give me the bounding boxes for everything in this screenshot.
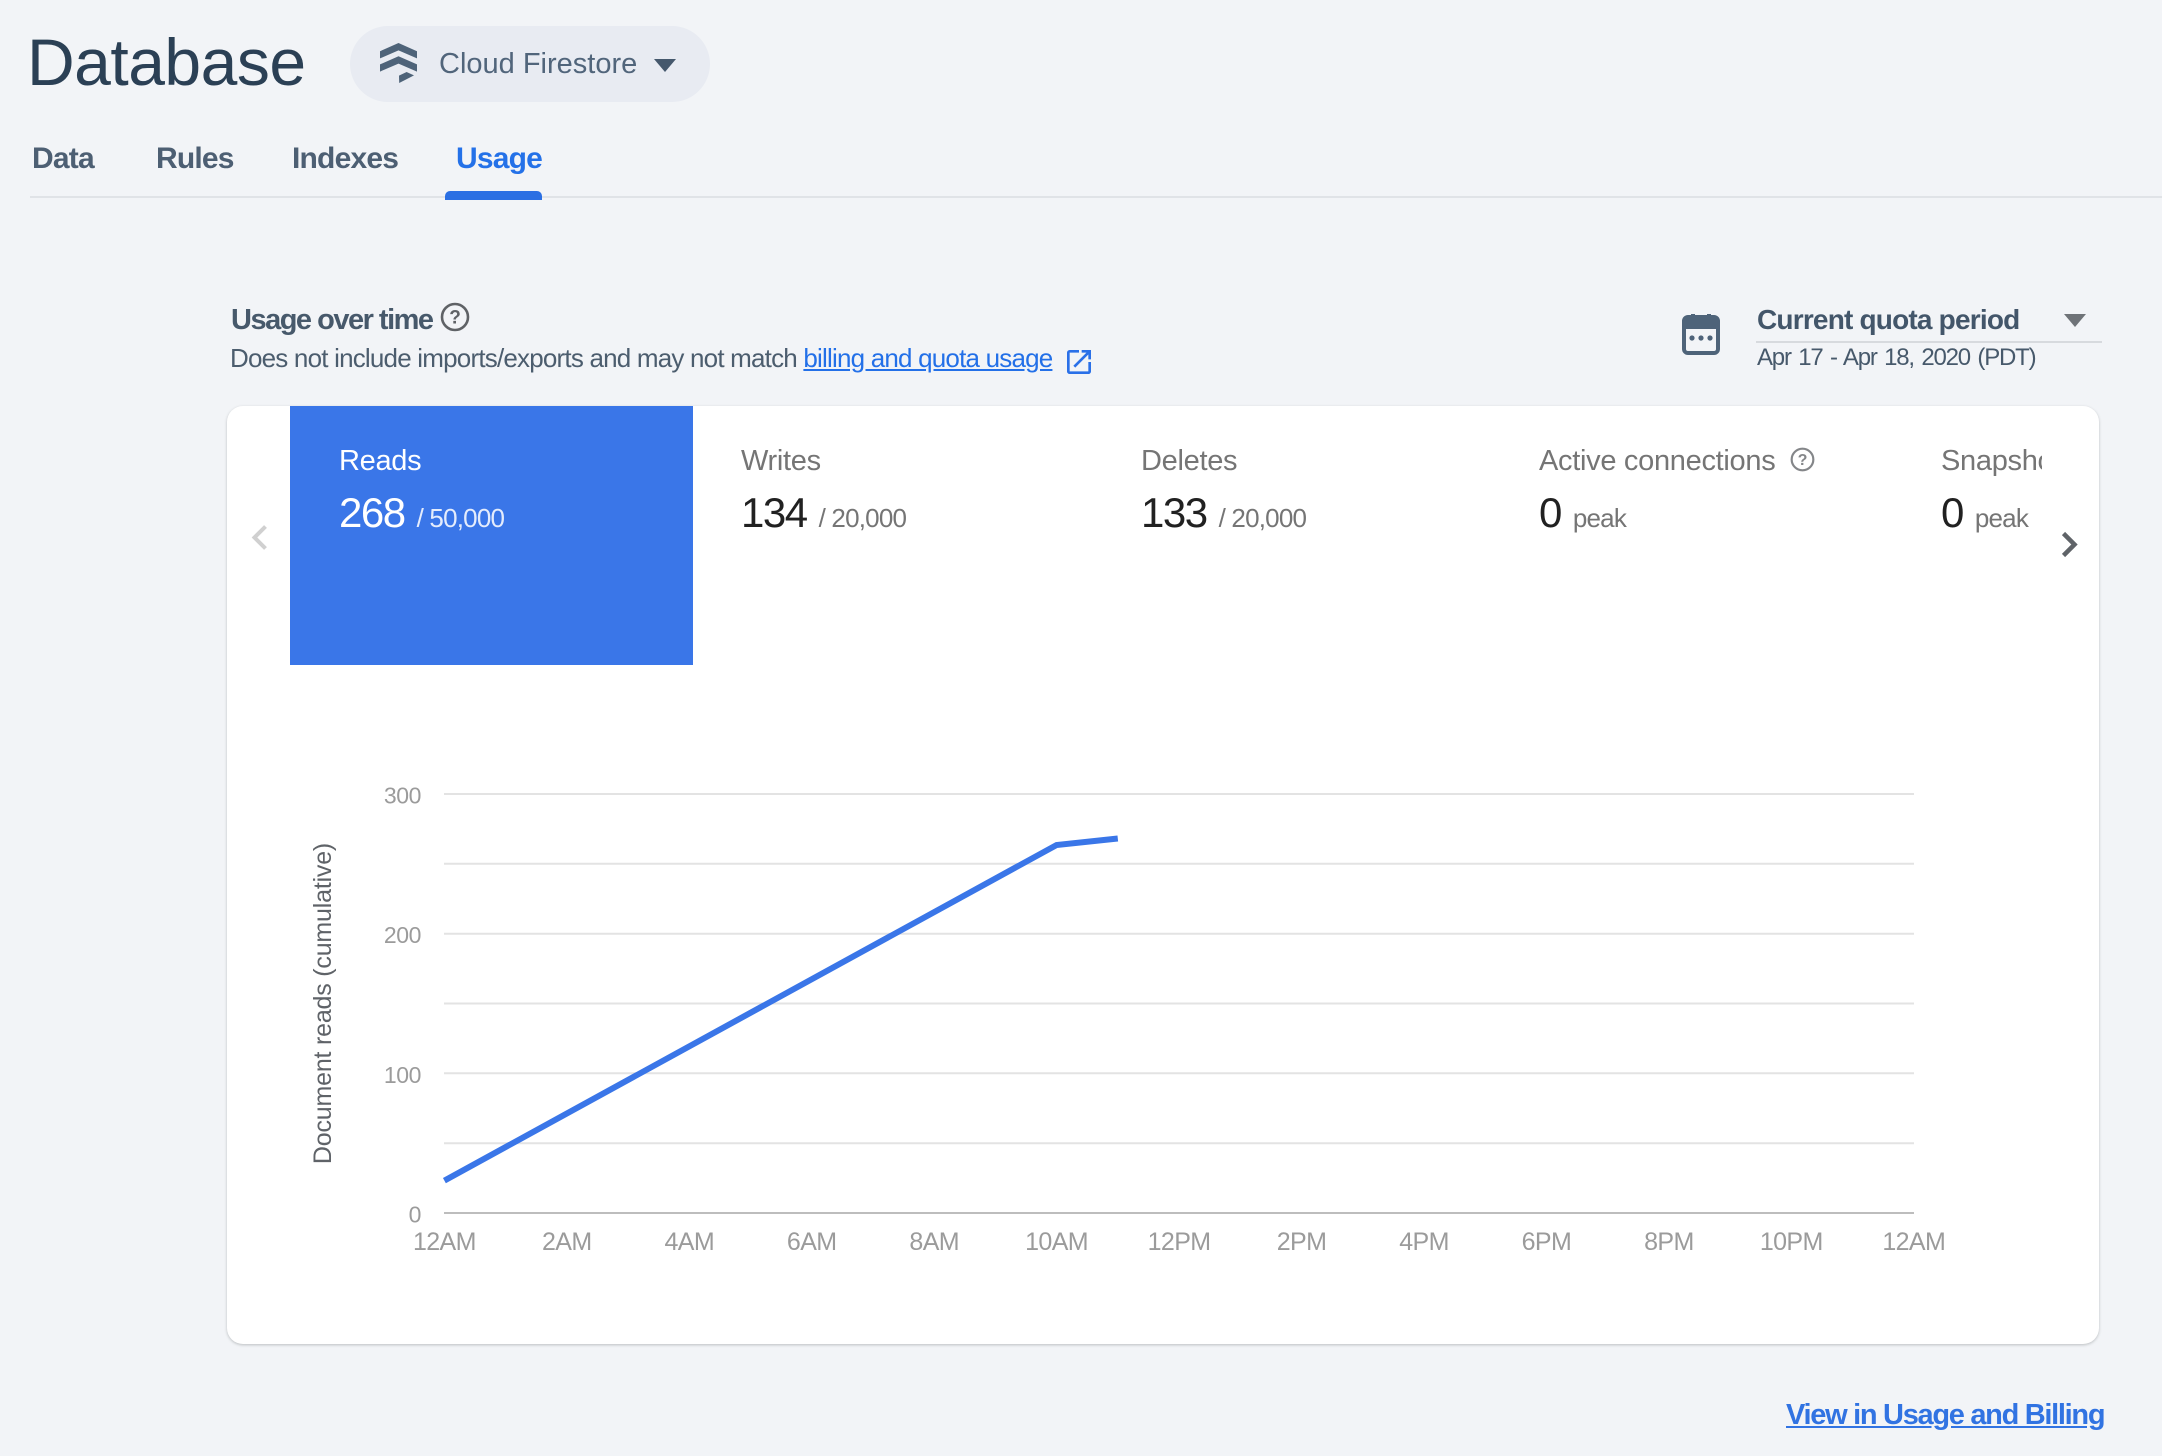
svg-text:8AM: 8AM — [909, 1228, 959, 1256]
svg-text:?: ? — [449, 308, 461, 329]
svg-text:200: 200 — [384, 922, 421, 948]
svg-text:100: 100 — [384, 1062, 421, 1088]
svg-text:Document reads (cumulative): Document reads (cumulative) — [309, 843, 337, 1164]
svg-text:6PM: 6PM — [1522, 1228, 1572, 1256]
svg-text:4AM: 4AM — [664, 1228, 714, 1256]
svg-text:12AM: 12AM — [413, 1228, 476, 1256]
svg-text:10PM: 10PM — [1760, 1228, 1823, 1256]
svg-text:10AM: 10AM — [1025, 1228, 1088, 1256]
svg-text:8PM: 8PM — [1644, 1228, 1694, 1256]
svg-text:2PM: 2PM — [1277, 1228, 1327, 1256]
svg-text:4PM: 4PM — [1399, 1228, 1449, 1256]
svg-text:12PM: 12PM — [1148, 1228, 1211, 1256]
svg-text:12AM: 12AM — [1882, 1228, 1945, 1256]
svg-text:2AM: 2AM — [542, 1228, 592, 1256]
svg-text:300: 300 — [384, 783, 421, 809]
svg-text:0: 0 — [409, 1202, 421, 1228]
svg-text:6AM: 6AM — [787, 1228, 837, 1256]
